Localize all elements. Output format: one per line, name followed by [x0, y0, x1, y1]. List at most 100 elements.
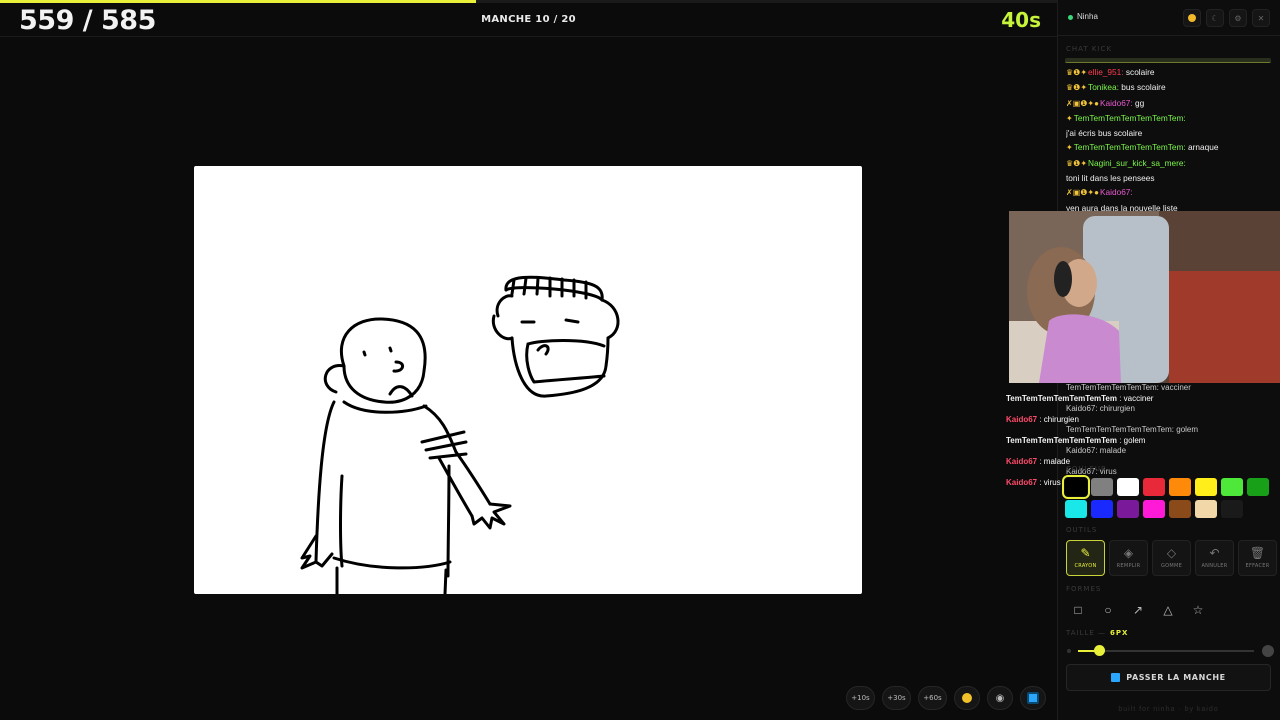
- chat-message: ✗▣❶✦●Kaido67:: [1066, 185, 1276, 200]
- skip-icon: [1027, 692, 1039, 704]
- tool-label: CRAYON: [1074, 563, 1097, 569]
- chat-section-label: CHAT KICK: [1066, 45, 1113, 53]
- gear-icon: ⚙: [1234, 13, 1242, 23]
- drawing-canvas[interactable]: [194, 166, 862, 594]
- chat-message: j'ai écris bus scolaire: [1066, 126, 1276, 140]
- color-swatch[interactable]: [1091, 500, 1113, 518]
- sidebar-header: Ninha ☾ ⚙ ✕: [1058, 0, 1280, 36]
- chat-username[interactable]: ellie_951: [1088, 67, 1121, 77]
- color-swatch[interactable]: [1169, 478, 1191, 496]
- brush-size-slider[interactable]: [1078, 645, 1254, 656]
- color-swatch[interactable]: [1091, 478, 1113, 496]
- tools-section-label: OUTILS: [1066, 526, 1098, 534]
- tool-annuler-button[interactable]: ↶ ANNULER: [1195, 540, 1234, 576]
- chat-message: ✦TemTemTemTemTemTemTem: arnaque: [1066, 140, 1276, 155]
- overlay-ghost-line: Kaido67: chirurgien: [1066, 404, 1135, 413]
- chat-username[interactable]: Kaido67: [1100, 98, 1130, 108]
- color-swatch[interactable]: [1062, 475, 1090, 499]
- chat-username[interactable]: Kaido67: [1100, 187, 1130, 197]
- live-status-dot: [1068, 15, 1073, 20]
- color-palette: [1062, 475, 1269, 518]
- chat-badges: ♛❶✦: [1066, 83, 1088, 93]
- add-30s-button[interactable]: +30s: [882, 686, 911, 710]
- chat-text: toni lit dans les pensees: [1066, 173, 1155, 184]
- app-root: 559 / 585 MANCHE 10 / 20 40s +10s +30s +…: [0, 0, 1280, 720]
- skip-button[interactable]: [1020, 686, 1046, 710]
- color-swatch[interactable]: [1221, 500, 1243, 518]
- pass-round-button[interactable]: PASSER LA MANCHE: [1066, 664, 1271, 691]
- overlay-message: TemTemTemTemTemTemTem : golem: [1006, 436, 1276, 447]
- overlay-separator: :: [1037, 414, 1044, 424]
- settings-button[interactable]: ⚙: [1229, 9, 1247, 27]
- color-swatch[interactable]: [1117, 478, 1139, 496]
- tool-crayon-button[interactable]: ✎ CRAYON: [1066, 540, 1105, 576]
- brush-size-value: 6PX: [1110, 629, 1129, 637]
- hint-button[interactable]: [954, 686, 980, 710]
- chat-message: ♛❶✦ellie_951: scolaire: [1066, 65, 1276, 80]
- moon-icon: ☾: [1211, 13, 1219, 23]
- color-swatch[interactable]: [1117, 500, 1139, 518]
- color-swatch[interactable]: [1169, 500, 1191, 518]
- tool-remplir-button[interactable]: ◈ REMPLIR: [1109, 540, 1148, 576]
- color-swatch[interactable]: [1143, 478, 1165, 496]
- star-icon[interactable]: ☆: [1188, 600, 1208, 620]
- chat-badges: ♛❶✦: [1066, 68, 1088, 77]
- chat-message: toni lit dans les pensees: [1066, 171, 1276, 185]
- tool-icon: ◈: [1123, 546, 1134, 560]
- chat-message: ✗▣❶✦●Kaido67: gg: [1066, 96, 1276, 111]
- chat-username[interactable]: Nagini_sur_kick_sa_mere: [1088, 158, 1183, 168]
- chat-username[interactable]: TemTemTemTemTemTemTem: [1074, 113, 1184, 123]
- ellipse-icon[interactable]: ○: [1098, 600, 1118, 620]
- chat-scroll-indicator: [1065, 58, 1271, 63]
- moon-button[interactable]: ☾: [1206, 9, 1224, 27]
- close-icon: ✕: [1257, 13, 1265, 23]
- overlay-separator: :: [1037, 477, 1044, 487]
- color-swatch[interactable]: [1195, 500, 1217, 518]
- close-button[interactable]: ✕: [1252, 9, 1270, 27]
- reveal-button[interactable]: ◉: [987, 686, 1013, 710]
- rectangle-icon[interactable]: □: [1068, 600, 1088, 620]
- tool-gomme-button[interactable]: ◇ GOMME: [1152, 540, 1191, 576]
- overlay-message: Kaido67 : malade: [1006, 457, 1276, 468]
- chat-badges: ✗▣❶✦●: [1066, 98, 1099, 108]
- color-swatch[interactable]: [1143, 500, 1165, 518]
- brush-size-title: TAILLE —: [1066, 629, 1107, 637]
- tool-label: REMPLIR: [1116, 563, 1141, 569]
- theme-toggle-button[interactable]: [1183, 9, 1201, 27]
- chat-log: ♛❶✦ellie_951: scolaire ♛❶✦Tonikea: bus sc…: [1066, 65, 1276, 215]
- chat-message: ✦TemTemTemTemTemTemTem:: [1066, 111, 1276, 126]
- brush-size-label: TAILLE —6PX: [1066, 629, 1128, 637]
- overlay-username: TemTemTemTemTemTemTem: [1006, 435, 1117, 445]
- skip-icon: [1111, 673, 1121, 682]
- arrow-icon[interactable]: ↗: [1128, 600, 1148, 620]
- tool-icon: ✎: [1080, 546, 1091, 560]
- color-swatch[interactable]: [1221, 478, 1243, 496]
- chat-text: bus scolaire: [1121, 82, 1166, 93]
- chat-message: ♛❶✦Nagini_sur_kick_sa_mere:: [1066, 156, 1276, 171]
- tool-effacer-button[interactable]: 🗑 EFFACER: [1238, 540, 1277, 576]
- size-max-dot: [1262, 645, 1274, 657]
- triangle-icon[interactable]: △: [1158, 600, 1178, 620]
- sun-icon: [1188, 14, 1196, 22]
- drawing-strokes: [300, 275, 620, 594]
- chat-badges: ♛❶✦: [1066, 158, 1088, 168]
- chat-message: ♛❶✦Tonikea: bus scolaire: [1066, 80, 1276, 95]
- overlay-username: Kaido67: [1006, 414, 1038, 424]
- tool-icon: ◇: [1166, 546, 1177, 560]
- top-bar: 559 / 585 MANCHE 10 / 20 40s: [0, 3, 1057, 37]
- chat-badges: ✦: [1066, 113, 1073, 123]
- color-swatch[interactable]: [1065, 500, 1087, 518]
- add-60s-button[interactable]: +60s: [918, 686, 947, 710]
- round-indicator: MANCHE 10 / 20: [481, 14, 576, 25]
- color-swatch[interactable]: [1195, 478, 1217, 496]
- chat-username[interactable]: TemTemTemTemTemTemTem: [1074, 142, 1184, 152]
- add-10s-button[interactable]: +10s: [846, 686, 875, 710]
- overlay-username: Kaido67: [1006, 477, 1038, 487]
- overlay-text: vacciner: [1123, 393, 1154, 403]
- chat-username[interactable]: Tonikea: [1088, 82, 1117, 92]
- streamer-name: Ninha: [1077, 12, 1098, 21]
- color-swatch[interactable]: [1247, 478, 1269, 496]
- chat-text: j'ai écris bus scolaire: [1066, 128, 1143, 139]
- overlay-username: Kaido67: [1006, 456, 1038, 466]
- overlay-ghost-line: Kaido67: malade: [1066, 446, 1127, 455]
